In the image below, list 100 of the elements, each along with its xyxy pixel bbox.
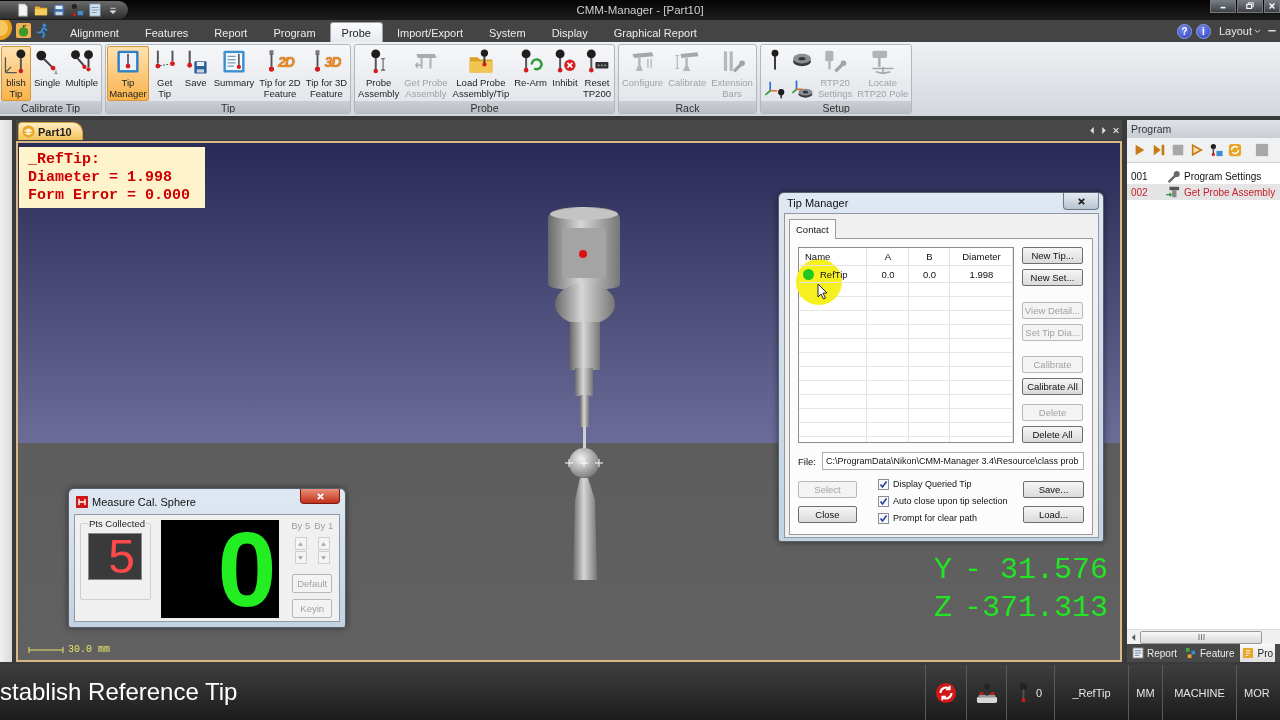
play-outline-icon[interactable] [1190,143,1204,157]
close-button[interactable] [1063,193,1099,210]
restore-button[interactable] [1237,0,1263,13]
ribbon-tab[interactable]: Graphical Report [601,22,709,42]
file-path-field[interactable]: C:\ProgramData\Nikon\CMM-Manager 3.4\Resource\class prob [821,452,1084,470]
ribbon-button[interactable]: Probe Assembly [356,46,402,101]
panel-tab[interactable]: Feature [1183,644,1237,662]
ribbon-button[interactable]: Re-Arm [512,46,549,101]
left-arrow-icon[interactable] [1131,633,1136,641]
ribbon-tab[interactable]: Program [261,22,328,42]
close-icon[interactable] [1112,125,1120,135]
step-forward-icon[interactable] [1152,143,1166,157]
program-step[interactable]: 002 Get Probe Assembly [1127,184,1280,200]
ribbon-tab[interactable]: System [476,22,538,42]
program-step[interactable]: 001 Program Settings [1127,168,1280,184]
stylus-ruler-icon[interactable] [70,3,84,17]
ribbon-tab[interactable]: Report [202,22,260,42]
apple-icon[interactable] [16,23,31,38]
axis-label: Y [934,552,952,588]
step-label: By 5 [291,520,311,531]
checkbox[interactable] [878,512,889,524]
checkbox[interactable] [878,478,889,490]
checkbox[interactable] [878,495,889,507]
stylus-document-icon[interactable] [1209,143,1223,157]
ribbon-tab[interactable]: Display [539,22,600,42]
dialog-button[interactable]: Save... [1023,481,1084,498]
probe-count: 0 [1035,686,1043,699]
step-label: Program Settings [1184,170,1262,182]
ribbon-button[interactable]: blish Tip [1,46,31,101]
layout-menu[interactable]: Layout [1214,25,1261,37]
panel-tab[interactable]: Report [1130,644,1179,662]
annotation-text: _RefTip: [28,151,101,169]
dialog-button[interactable]: Load... [1023,506,1084,523]
circular-arrows-icon[interactable] [935,681,957,704]
help-button[interactable]: ? [1176,23,1192,39]
annotation-text: Diameter = 1.998 [28,169,174,187]
dialog-tab[interactable]: Contact [789,219,836,239]
dialog-button[interactable]: Close [798,506,857,523]
joystick-icon[interactable] [974,681,999,704]
dialog-button[interactable]: New Tip... [1022,247,1083,264]
ribbon-button[interactable]: Save [180,46,211,101]
ribbon-button[interactable]: Single [32,46,63,101]
column-header[interactable]: Diameter [950,248,1013,266]
dialog-button[interactable]: Delete All [1022,426,1083,443]
wrench-icon [1166,169,1180,183]
table-cell: 0.0 [881,268,895,280]
left-arrow-icon[interactable] [1088,125,1096,135]
column-header[interactable]: B [909,248,950,266]
grip-icon [1197,634,1205,640]
play-icon[interactable] [1133,143,1147,157]
checkbox-label[interactable]: Display Queried Tip [893,479,972,489]
close-icon [1267,2,1277,10]
dialog-button[interactable]: Calibrate All [1022,378,1083,395]
scale-label: 30.0 mm [68,644,110,655]
close-button[interactable] [1264,0,1280,13]
status-field[interactable]: MOR [1244,686,1270,699]
info-button[interactable]: i [1195,23,1211,39]
ribbon-button[interactable]: Reset TP200 [580,46,613,101]
horizontal-scrollbar[interactable] [1127,629,1280,644]
column-header[interactable]: Name [799,248,867,266]
app-menu-icon[interactable] [0,20,12,42]
folder-stylus-icon [467,49,494,75]
save-icon[interactable] [52,3,66,17]
ribbon-tab[interactable]: Alignment [58,22,131,42]
document-tab[interactable]: Part10 [18,122,83,140]
document-icon[interactable] [88,3,102,17]
ribbon-button[interactable]: Load Probe Assembly/Tip [450,46,512,101]
ribbon-minimize-icon[interactable] [1268,29,1276,33]
readout-value: -371.313 [964,590,1109,626]
close-button[interactable] [300,489,340,504]
dialog-button[interactable]: New Set... [1022,269,1083,286]
scrollbar-thumb[interactable] [1140,630,1262,644]
ribbon-tab[interactable]: Probe [329,22,383,42]
step-number: 002 [1131,186,1149,198]
new-document-icon[interactable] [16,3,30,17]
rack-arrow-icon [1166,185,1180,199]
checkbox-label[interactable]: Auto close upon tip selection [893,496,1008,506]
right-arrow-icon[interactable] [1100,125,1108,135]
ribbon-button[interactable]: 2D Tip for 2D Feature [257,46,303,101]
ribbon-button[interactable]: Inhibit [549,46,580,101]
status-field[interactable]: _RefTip [1072,686,1111,699]
checkbox-label[interactable]: Prompt for clear path [893,513,978,523]
panel-tab[interactable]: Pro [1240,644,1276,662]
column-header[interactable]: A [867,248,909,266]
status-field[interactable]: MACHINE [1174,686,1225,699]
ribbon-button[interactable]: Tip Manager [107,46,149,101]
minimize-button[interactable] [1210,0,1236,13]
ribbon-button[interactable]: 3D Tip for 3D Feature [303,46,350,101]
ribbon-button[interactable]: Get Tip [149,46,180,101]
dialog-title: Tip Manager [787,197,849,209]
ribbon-button[interactable]: Summary [211,46,257,101]
table-cell: 1.998 [969,268,994,280]
ribbon-button[interactable]: Multiple [63,46,101,101]
stylus-icon[interactable] [1018,681,1028,704]
ribbon-tab[interactable]: Features [132,22,201,42]
running-figure-icon[interactable] [35,23,50,38]
annotation-text: Form Error = 0.000 [28,187,192,205]
ribbon-tab[interactable]: Import/Export [384,22,475,42]
status-field[interactable]: MM [1136,686,1155,699]
close-icon [315,491,325,501]
